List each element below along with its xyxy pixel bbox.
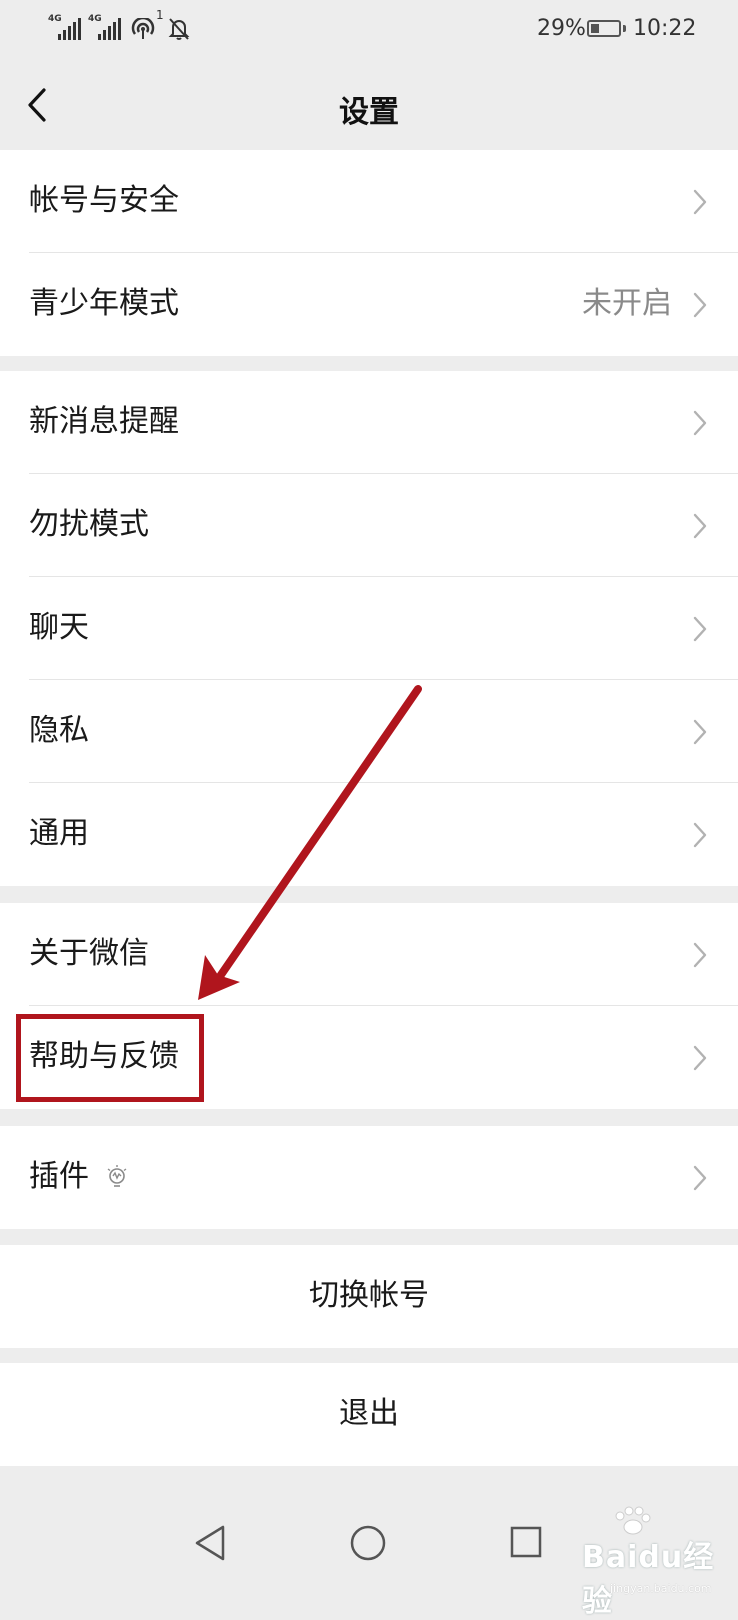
- settings-item-account-security[interactable]: 帐号与安全: [0, 150, 738, 253]
- logout-label: 退出: [339, 1396, 399, 1431]
- chevron-right-icon: [693, 616, 707, 642]
- hotspot-icon: [131, 18, 155, 39]
- settings-item-general[interactable]: 通用: [0, 783, 738, 886]
- back-triangle-icon[interactable]: [193, 1524, 227, 1562]
- settings-item-label: 通用: [29, 816, 89, 851]
- nav-bar: 设置: [0, 60, 738, 150]
- settings-item-plugins[interactable]: 插件: [0, 1126, 738, 1229]
- lightbulb-icon: [107, 1165, 127, 1187]
- chevron-right-icon: [693, 292, 707, 318]
- settings-item-label: 青少年模式: [29, 286, 179, 321]
- hotspot-count: 1: [156, 8, 164, 22]
- chevron-right-icon: [693, 513, 707, 539]
- settings-item-label: 帐号与安全: [29, 183, 179, 218]
- battery-icon: [587, 20, 621, 37]
- chevron-right-icon: [693, 822, 707, 848]
- settings-group-general: 新消息提醒 勿扰模式 聊天 隐私 通用: [0, 371, 738, 886]
- status-bar: 4G 4G 1 29% 10:22: [48, 8, 697, 41]
- settings-item-teen-mode[interactable]: 青少年模式 未开启: [0, 253, 738, 356]
- chevron-right-icon: [693, 1045, 707, 1071]
- settings-item-about-wechat[interactable]: 关于微信: [0, 903, 738, 1006]
- settings-group-plugins: 插件: [0, 1126, 738, 1229]
- switch-account-section: 切换帐号: [0, 1245, 738, 1348]
- settings-group-account: 帐号与安全 青少年模式 未开启: [0, 150, 738, 356]
- home-circle-icon[interactable]: [349, 1524, 387, 1562]
- recents-square-icon[interactable]: [509, 1525, 543, 1559]
- chevron-right-icon: [693, 189, 707, 215]
- settings-item-label: 新消息提醒: [29, 404, 179, 439]
- settings-item-label: 隐私: [29, 713, 89, 748]
- battery-percent: 29%: [537, 16, 586, 41]
- chevron-right-icon: [693, 410, 707, 436]
- settings-item-label: 插件: [29, 1159, 89, 1194]
- chevron-right-icon: [693, 1165, 707, 1191]
- logout-button[interactable]: 退出: [0, 1363, 738, 1466]
- chevron-right-icon: [693, 942, 707, 968]
- settings-item-chat[interactable]: 聊天: [0, 577, 738, 680]
- chevron-right-icon: [693, 719, 707, 745]
- settings-item-do-not-disturb[interactable]: 勿扰模式: [0, 474, 738, 577]
- teen-mode-status: 未开启: [582, 286, 672, 321]
- settings-item-label: 聊天: [29, 610, 89, 645]
- annotation-highlight-box: [16, 1014, 204, 1102]
- settings-item-privacy[interactable]: 隐私: [0, 680, 738, 783]
- settings-item-new-message-alerts[interactable]: 新消息提醒: [0, 371, 738, 474]
- logout-section: 退出: [0, 1363, 738, 1466]
- switch-account-label: 切换帐号: [309, 1278, 429, 1313]
- switch-account-button[interactable]: 切换帐号: [0, 1245, 738, 1348]
- bell-off-icon: [168, 18, 190, 40]
- battery-tip: [623, 25, 626, 32]
- watermark-sub: jingyan.baidu.com: [610, 1582, 712, 1595]
- clock: 10:22: [633, 16, 697, 41]
- page-title: 设置: [339, 95, 399, 130]
- watermark-text: Baidu经验: [582, 1540, 715, 1619]
- settings-item-label: 勿扰模式: [29, 507, 149, 542]
- settings-item-label: 关于微信: [29, 936, 149, 971]
